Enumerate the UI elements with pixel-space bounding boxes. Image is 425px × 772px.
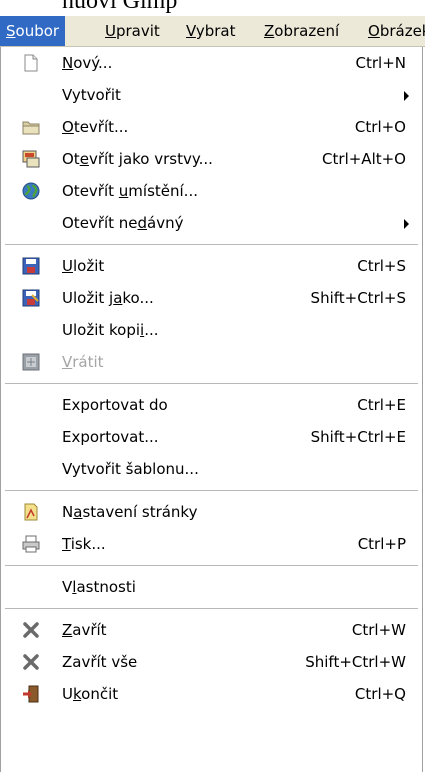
menu-item-label: Nový...: [62, 54, 113, 72]
close-all-icon: [22, 653, 40, 671]
menubar-soubor[interactable]: Soubor: [0, 16, 66, 46]
menu-item-otevrit-umisteni[interactable]: Otevřít umístění...: [1, 175, 422, 207]
menu-item-label: Uložit jako...: [62, 289, 154, 307]
menu-item-label: Nastavení stránky: [62, 503, 198, 521]
menu-bar: Soubor Upravit Vybrat Zobrazení Obrázek: [0, 16, 425, 47]
menubar-vybrat[interactable]: Vybrat: [180, 16, 242, 46]
menu-item-vratit: Vrátit: [1, 346, 422, 378]
menu-item-shortcut: Ctrl+O: [354, 118, 406, 136]
menu-item-zavrit[interactable]: Zavřít Ctrl+W: [1, 614, 422, 646]
menu-item-vytvorit[interactable]: Vytvořit: [1, 79, 422, 111]
menu-item-label: Zavřít: [62, 621, 107, 639]
menu-item-exportovat-do[interactable]: Exportovat do Ctrl+E: [1, 389, 422, 421]
globe-icon: [22, 182, 40, 200]
menu-item-label: Otevřít nedávný: [62, 214, 184, 232]
menu-item-label: Tisk...: [62, 535, 106, 553]
menu-separator: [5, 244, 418, 245]
page-setup-icon: [22, 503, 40, 521]
revert-icon: [22, 353, 40, 371]
menu-item-shortcut: Shift+Ctrl+S: [310, 289, 406, 307]
menu-item-label: Otevřít umístění...: [62, 182, 198, 200]
menu-item-vytvorit-sablonu[interactable]: Vytvořit šablonu...: [1, 453, 422, 485]
menu-item-otevrit-jako-vrstvy[interactable]: Otevřít jako vrstvy... Ctrl+Alt+O: [1, 143, 422, 175]
menu-item-label: Exportovat...: [62, 428, 159, 446]
submenu-arrow-icon: [404, 91, 409, 101]
menu-item-exportovat[interactable]: Exportovat... Shift+Ctrl+E: [1, 421, 422, 453]
menu-separator: [5, 383, 418, 384]
menu-item-ulozit-jako[interactable]: Uložit jako... Shift+Ctrl+S: [1, 282, 422, 314]
save-as-icon: [22, 289, 40, 307]
menu-item-otevrit[interactable]: Otevřít... Ctrl+O: [1, 111, 422, 143]
menu-item-label: Otevřít jako vrstvy...: [62, 150, 213, 168]
new-file-icon: [22, 54, 40, 72]
menu-item-label: Uložit kopii...: [62, 321, 159, 339]
close-icon: [22, 621, 40, 639]
menu-item-label: Otevřít...: [62, 118, 129, 136]
menu-item-label: Uložit: [62, 257, 105, 275]
menu-item-tisk[interactable]: Tisk... Ctrl+P: [1, 528, 422, 560]
menu-item-label: Exportovat do: [62, 396, 168, 414]
open-folder-icon: [22, 118, 40, 136]
menu-separator: [5, 565, 418, 566]
menu-item-label: Vytvořit: [62, 86, 121, 104]
print-icon: [22, 535, 40, 553]
quit-icon: [22, 685, 40, 703]
menu-item-shortcut: Shift+Ctrl+E: [310, 428, 406, 446]
menu-item-shortcut: Ctrl+P: [357, 535, 406, 553]
menu-item-otevrit-nedavny[interactable]: Otevřít nedávný: [1, 207, 422, 239]
menu-item-novy[interactable]: Nový... Ctrl+N: [1, 47, 422, 79]
menu-item-shortcut: Ctrl+Q: [354, 685, 406, 703]
menu-item-ulozit-kopii[interactable]: Uložit kopii...: [1, 314, 422, 346]
menu-item-shortcut: Ctrl+N: [355, 54, 406, 72]
menu-item-ulozit[interactable]: Uložit Ctrl+S: [1, 250, 422, 282]
menu-separator: [5, 490, 418, 491]
menu-item-vlastnosti[interactable]: Vlastnosti: [1, 571, 422, 603]
save-icon: [22, 257, 40, 275]
menu-item-shortcut: Shift+Ctrl+W: [305, 653, 406, 671]
menu-item-shortcut: Ctrl+E: [357, 396, 406, 414]
menubar-obrazek[interactable]: Obrázek: [362, 16, 425, 46]
menu-item-label: Vlastnosti: [62, 578, 136, 596]
menubar-zobrazeni[interactable]: Zobrazení: [258, 16, 345, 46]
open-as-layers-icon: [22, 150, 40, 168]
menu-item-zavrit-vse[interactable]: Zavřít vše Shift+Ctrl+W: [1, 646, 422, 678]
menu-item-nastaveni-stranky[interactable]: Nastavení stránky: [1, 496, 422, 528]
menu-separator: [5, 608, 418, 609]
menu-item-label: Ukončit: [62, 685, 119, 703]
menu-item-label: Vytvořit šablonu...: [62, 460, 199, 478]
menu-item-shortcut: Ctrl+S: [357, 257, 406, 275]
window-caption: nuovi Gimp: [62, 0, 178, 14]
menu-item-label: Zavřít vše: [62, 653, 138, 671]
menu-item-shortcut: Ctrl+W: [351, 621, 406, 639]
menubar-upravit[interactable]: Upravit: [99, 16, 166, 46]
file-menu-dropdown: Nový... Ctrl+N Vytvořit Otevřít... Ctrl+O Ote…: [0, 47, 423, 772]
menu-item-label: Vrátit: [62, 353, 104, 371]
menu-item-shortcut: Ctrl+Alt+O: [322, 150, 406, 168]
submenu-arrow-icon: [404, 219, 409, 229]
menu-item-ukoncit[interactable]: Ukončit Ctrl+Q: [1, 678, 422, 710]
